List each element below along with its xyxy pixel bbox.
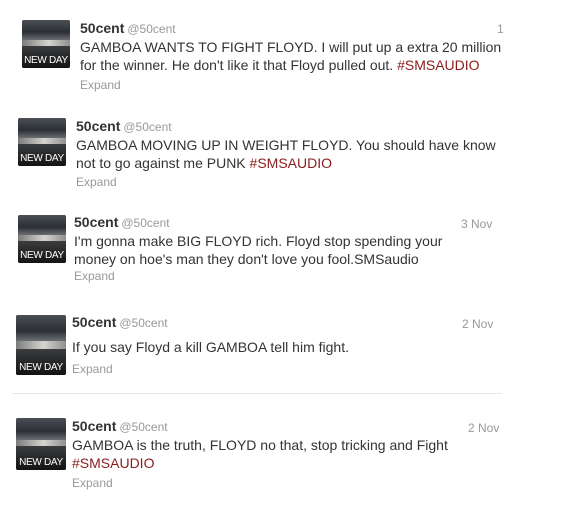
hashtag-link[interactable]: #SMSAUDIO: [72, 455, 154, 471]
avatar-label: NEW DAY: [19, 362, 63, 373]
avatar-sky: [16, 315, 66, 341]
tweet-2[interactable]: NEW DAY 50cent @50cent GAMBOA MOVING UP I…: [0, 100, 568, 200]
avatar-label: NEW DAY: [20, 153, 64, 164]
tweet-5[interactable]: NEW DAY 50cent @50cent 2 Nov GAMBOA is th…: [0, 394, 568, 504]
expand-link[interactable]: Expand: [74, 269, 115, 283]
avatar[interactable]: NEW DAY: [18, 118, 66, 166]
avatar[interactable]: NEW DAY: [18, 215, 66, 263]
author-display-name[interactable]: 50cent: [72, 418, 116, 434]
author-name[interactable]: 50cent @50cent: [72, 418, 168, 434]
avatar-sky: [18, 118, 66, 138]
tweet-3[interactable]: NEW DAY 50cent @50cent 3 Nov I'm gonna ma…: [0, 200, 568, 300]
author-display-name[interactable]: 50cent: [72, 314, 116, 330]
author-handle[interactable]: @50cent: [123, 120, 171, 134]
author-name[interactable]: 50cent @50cent: [74, 214, 170, 230]
avatar-horizon: [16, 341, 66, 349]
tweet-1[interactable]: NEW DAY 50cent @50cent 1 GAMBOA WANTS TO …: [0, 0, 568, 100]
author-name[interactable]: 50cent @50cent: [72, 314, 168, 330]
author-handle[interactable]: @50cent: [119, 420, 167, 434]
tweet-timestamp[interactable]: 1: [497, 22, 504, 36]
avatar[interactable]: NEW DAY: [22, 20, 70, 68]
author-handle[interactable]: @50cent: [119, 316, 167, 330]
author-display-name[interactable]: 50cent: [80, 20, 124, 36]
author-display-name[interactable]: 50cent: [74, 214, 118, 230]
author-name[interactable]: 50cent @50cent: [76, 118, 172, 134]
avatar-label: NEW DAY: [20, 250, 64, 261]
tweet-text: If you say Floyd a kill GAMBOA tell him …: [72, 338, 492, 356]
tweet-timestamp[interactable]: 3 Nov: [461, 217, 492, 231]
tweet-text: GAMBOA is the truth, FLOYD no that, stop…: [72, 436, 492, 472]
hashtag-link[interactable]: #SMSAUDIO: [250, 155, 332, 171]
expand-link[interactable]: Expand: [76, 175, 117, 189]
author-display-name[interactable]: 50cent: [76, 118, 120, 134]
tweet-4[interactable]: NEW DAY 50cent @50cent 2 Nov If you say F…: [0, 300, 568, 393]
avatar[interactable]: NEW DAY: [16, 315, 66, 375]
expand-link[interactable]: Expand: [72, 476, 113, 490]
avatar-sky: [22, 20, 70, 40]
tweet-text: I'm gonna make BIG FLOYD rich. Floyd sto…: [74, 232, 444, 268]
hashtag-link[interactable]: #SMSAUDIO: [397, 57, 479, 73]
avatar[interactable]: NEW DAY: [16, 418, 66, 470]
avatar-label: NEW DAY: [19, 457, 63, 468]
avatar-sky: [18, 215, 66, 235]
tweet-text: GAMBOA WANTS TO FIGHT FLOYD. I will put …: [80, 38, 505, 74]
tweet-text: GAMBOA MOVING UP IN WEIGHT FLOYD. You sh…: [76, 136, 501, 172]
tweet-timestamp[interactable]: 2 Nov: [468, 421, 499, 435]
author-handle[interactable]: @50cent: [127, 22, 175, 36]
tweet-timestamp[interactable]: 2 Nov: [462, 317, 493, 331]
expand-link[interactable]: Expand: [72, 362, 113, 376]
author-name[interactable]: 50cent @50cent: [80, 20, 176, 36]
expand-link[interactable]: Expand: [80, 78, 121, 92]
author-handle[interactable]: @50cent: [121, 216, 169, 230]
tweet-text-body: I'm gonna make BIG FLOYD rich. Floyd sto…: [74, 233, 443, 267]
avatar-label: NEW DAY: [24, 55, 68, 66]
tweet-text-body: GAMBOA is the truth, FLOYD no that, stop…: [72, 437, 448, 453]
avatar-sky: [16, 418, 66, 440]
tweet-text-body: If you say Floyd a kill GAMBOA tell him …: [72, 339, 349, 355]
